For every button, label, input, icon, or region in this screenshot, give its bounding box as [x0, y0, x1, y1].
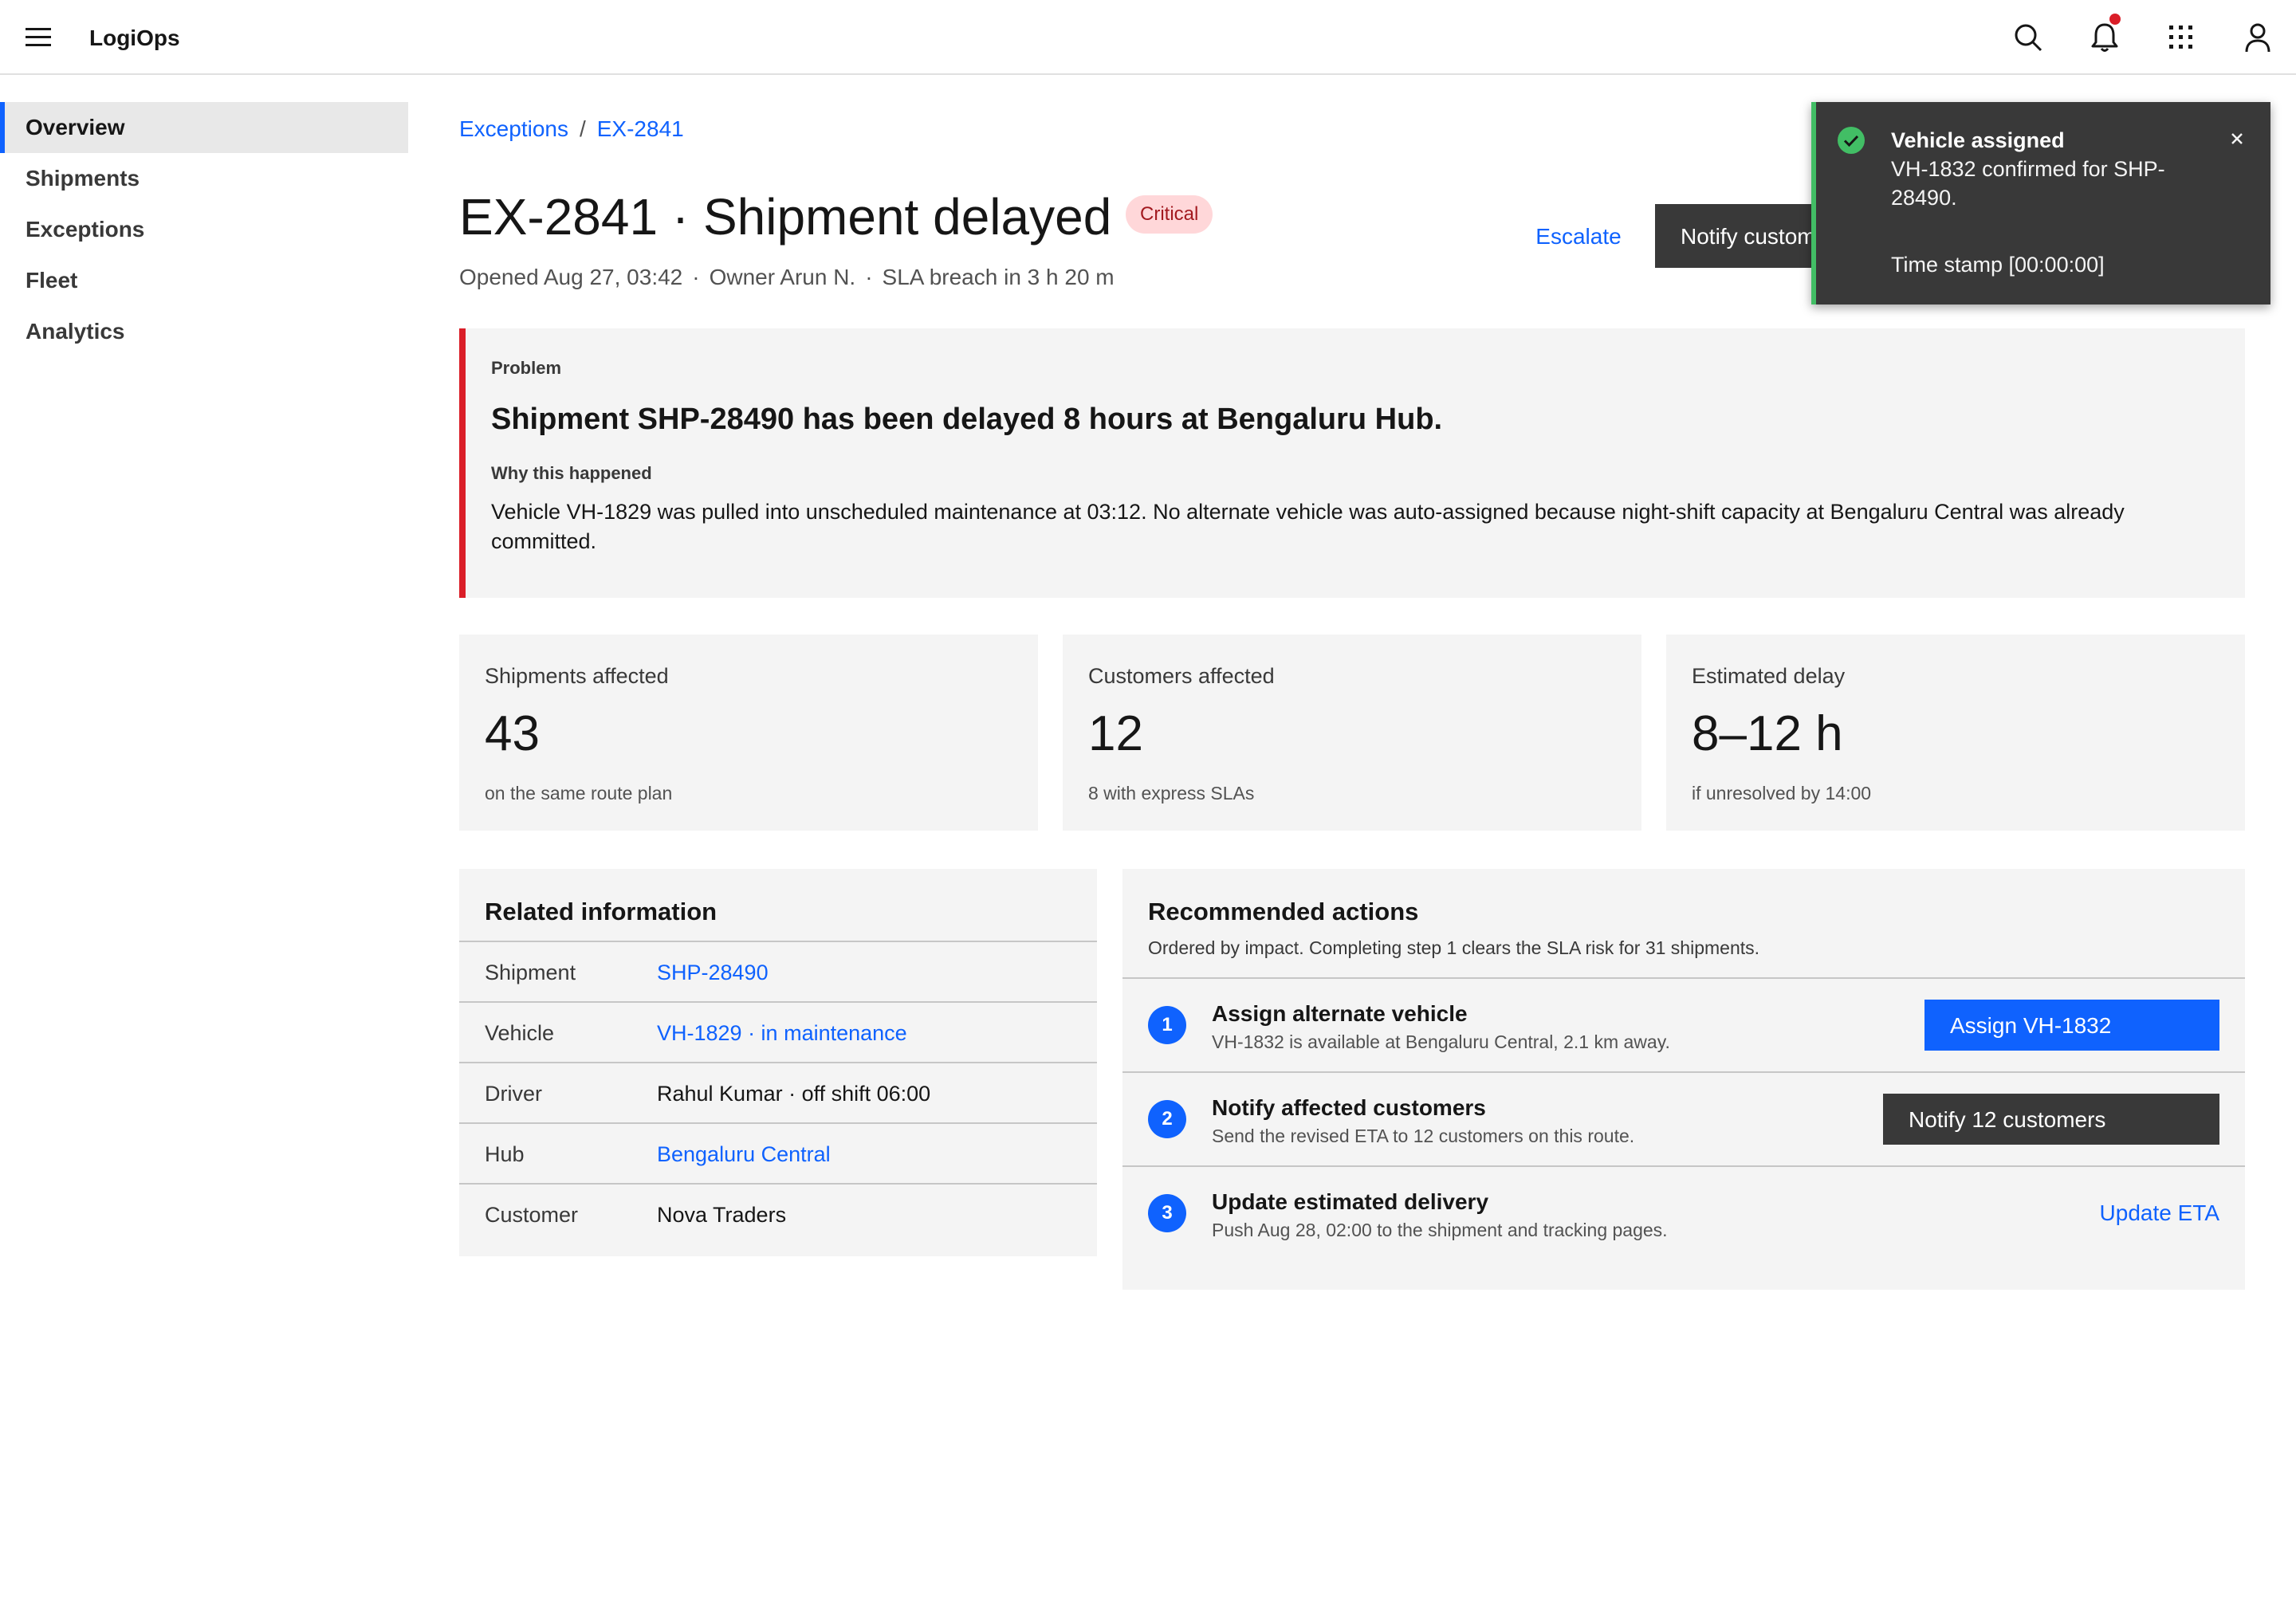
- related-key: Vehicle: [485, 1021, 555, 1045]
- problem-label: Problem: [491, 358, 562, 378]
- exception-meta: Opened Aug 27, 03:42 · Owner Arun N. · SLA b…: [459, 263, 1115, 292]
- meta-separator: ·: [692, 265, 700, 289]
- toast-title: Vehicle assigned: [1891, 128, 2065, 152]
- toast-notification: Vehicle assigned VH-1832 confirmed for S…: [1811, 102, 2270, 305]
- action-step-row: 2 Notify affected customers Send the rev…: [1122, 1071, 2245, 1165]
- top-header: LogiOps: [0, 0, 2296, 75]
- meta-separator: ·: [865, 265, 873, 289]
- vehicle-link[interactable]: VH-1829 · in maintenance: [657, 1019, 907, 1047]
- stat-label: Shipments affected: [485, 664, 669, 688]
- severity-badge: Critical: [1126, 195, 1213, 234]
- related-row: Shipment SHP-28490: [459, 941, 1097, 1001]
- related-row: Vehicle VH-1829 · in maintenance: [459, 1001, 1097, 1062]
- related-row: Hub Bengaluru Central: [459, 1122, 1097, 1183]
- sidebar-item-analytics[interactable]: Analytics: [0, 306, 408, 357]
- related-key: Hub: [485, 1142, 525, 1166]
- stat-value: 43: [485, 706, 540, 761]
- sidebar-item-shipments[interactable]: Shipments: [0, 153, 408, 204]
- app-name: LogiOps: [89, 26, 180, 50]
- shipment-link[interactable]: SHP-28490: [657, 958, 769, 987]
- step-number-badge: 1: [1148, 1006, 1186, 1044]
- assign-vehicle-button[interactable]: Assign VH-1832: [1924, 1000, 2219, 1051]
- stat-card-customers: Customers affected 12 8 with express SLA…: [1063, 635, 1641, 831]
- menu-icon[interactable]: [26, 26, 51, 49]
- action-title: Update estimated delivery: [1212, 1189, 1489, 1214]
- stat-card-delay: Estimated delay 8–12 h if unresolved by …: [1666, 635, 2245, 831]
- stat-label: Estimated delay: [1692, 664, 1846, 688]
- action-step-row: 3 Update estimated delivery Push Aug 28,…: [1122, 1165, 2245, 1259]
- notification-icon[interactable]: [2086, 14, 2124, 57]
- stat-label: Customers affected: [1088, 664, 1275, 688]
- related-key: Driver: [485, 1082, 542, 1106]
- related-row: Customer Nova Traders: [459, 1183, 1097, 1244]
- related-title: Related information: [485, 898, 718, 925]
- sla-breach: SLA breach in 3 h 20 m: [882, 265, 1115, 289]
- stat-caption: if unresolved by 14:00: [1692, 783, 1872, 804]
- step-number-badge: 3: [1148, 1194, 1186, 1232]
- search-icon[interactable]: [2009, 18, 2047, 57]
- stat-caption: on the same route plan: [485, 783, 673, 804]
- problem-headline: Shipment SHP-28490 has been delayed 8 ho…: [491, 403, 1443, 436]
- recommended-actions-panel: Recommended actions Ordered by impact. C…: [1122, 869, 2245, 1290]
- action-description: VH-1832 is available at Bengaluru Centra…: [1212, 1031, 1670, 1052]
- hub-link[interactable]: Bengaluru Central: [657, 1140, 831, 1169]
- toast-timestamp: Time stamp [00:00:00]: [1891, 253, 2105, 277]
- breadcrumb: Exceptions / EX-2841: [459, 115, 684, 143]
- app-switcher-icon[interactable]: [2162, 18, 2200, 57]
- stat-value: 8–12 h: [1692, 706, 1843, 761]
- related-information-panel: Related information Shipment SHP-28490 V…: [459, 869, 1097, 1256]
- breadcrumb-separator: /: [579, 116, 586, 141]
- breadcrumb-current[interactable]: EX-2841: [597, 116, 684, 141]
- stat-value: 12: [1088, 706, 1143, 761]
- why-label: Why this happened: [491, 463, 652, 483]
- action-title: Assign alternate vehicle: [1212, 1001, 1468, 1026]
- notify-12-customers-button[interactable]: Notify 12 customers: [1883, 1094, 2219, 1145]
- problem-body: Vehicle VH-1829 was pulled into unschedu…: [491, 500, 2125, 553]
- checkmark-filled-icon: [1838, 127, 1865, 154]
- sidebar-item-overview[interactable]: Overview: [0, 102, 408, 153]
- update-eta-button[interactable]: Update ETA: [2100, 1188, 2219, 1239]
- action-description: Push Aug 28, 02:00 to the shipment and t…: [1212, 1220, 1668, 1240]
- action-title: Notify affected customers: [1212, 1095, 1486, 1120]
- opened-time: Opened Aug 27, 03:42: [459, 265, 683, 289]
- user-icon[interactable]: [2239, 18, 2277, 57]
- page-title: EX-2841 · Shipment delayed: [459, 188, 1112, 246]
- problem-panel: Problem Shipment SHP-28490 has been dela…: [459, 328, 2245, 598]
- actions-subtitle: Ordered by impact. Completing step 1 cle…: [1148, 937, 1760, 958]
- action-description: Send the revised ETA to 12 customers on …: [1212, 1126, 1635, 1146]
- notification-badge-dot: [2109, 14, 2121, 25]
- customer-value: Nova Traders: [657, 1203, 787, 1227]
- sidebar-item-fleet[interactable]: Fleet: [0, 255, 408, 306]
- escalate-button[interactable]: Escalate: [1499, 204, 1658, 268]
- actions-title: Recommended actions: [1148, 898, 1419, 925]
- sidebar-item-exceptions[interactable]: Exceptions: [0, 204, 408, 255]
- stat-card-shipments: Shipments affected 43 on the same route …: [459, 635, 1038, 831]
- stat-caption: 8 with express SLAs: [1088, 783, 1255, 804]
- related-row: Driver Rahul Kumar · off shift 06:00: [459, 1062, 1097, 1122]
- action-step-row: 1 Assign alternate vehicle VH-1832 is av…: [1122, 977, 2245, 1071]
- related-key: Customer: [485, 1203, 579, 1227]
- driver-value: Rahul Kumar · off shift 06:00: [657, 1082, 931, 1106]
- close-icon[interactable]: [2224, 126, 2250, 151]
- owner: Owner Arun N.: [709, 265, 856, 289]
- toast-message: VH-1832 confirmed for SHP-28490.: [1891, 157, 2165, 210]
- breadcrumb-exceptions[interactable]: Exceptions: [459, 116, 568, 141]
- step-number-badge: 2: [1148, 1100, 1186, 1138]
- related-key: Shipment: [485, 961, 576, 984]
